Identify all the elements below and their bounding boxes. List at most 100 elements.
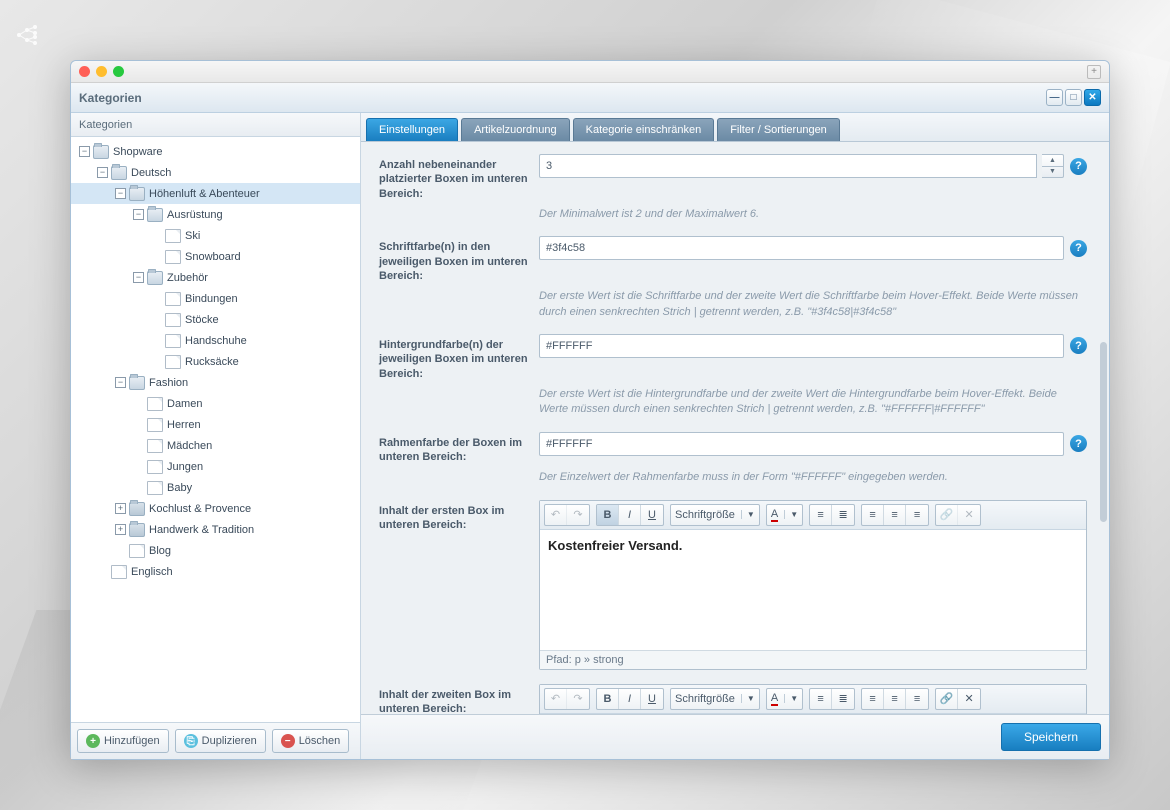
box-count-spinner[interactable]: ▲▼: [1042, 154, 1064, 178]
tree-node[interactable]: Englisch: [71, 561, 360, 582]
font-color-select[interactable]: A ▼: [766, 688, 803, 710]
list-number-icon[interactable]: ≣: [832, 505, 854, 525]
tree-node[interactable]: Jungen: [71, 456, 360, 477]
tree-node[interactable]: + Kochlust & Provence: [71, 498, 360, 519]
collapse-icon[interactable]: −: [133, 209, 144, 220]
redo-icon[interactable]: ↷: [567, 505, 589, 525]
maximize-button[interactable]: □: [1065, 89, 1082, 106]
mac-close-icon[interactable]: [79, 66, 90, 77]
tree-node[interactable]: Handschuhe: [71, 330, 360, 351]
unlink-icon[interactable]: ✕: [958, 689, 980, 709]
duplicate-button[interactable]: ⎘ Duplizieren: [175, 729, 266, 753]
box1-editor-content[interactable]: Kostenfreier Versand.: [540, 530, 1086, 650]
tree-node[interactable]: −Fashion: [71, 372, 360, 393]
bold-button[interactable]: B: [597, 505, 619, 525]
tree-node[interactable]: − Shopware: [71, 141, 360, 162]
tree-node[interactable]: −Höhenluft & Abenteuer: [71, 183, 360, 204]
link-icon[interactable]: 🔗: [936, 689, 958, 709]
close-button[interactable]: ✕: [1084, 89, 1101, 106]
undo-icon[interactable]: ↶: [545, 689, 567, 709]
redo-icon[interactable]: ↷: [567, 689, 589, 709]
document-icon: [147, 397, 163, 411]
tree-label: Baby: [167, 482, 192, 494]
spinner-down-icon[interactable]: ▼: [1042, 167, 1063, 178]
help-icon[interactable]: ?: [1070, 240, 1087, 257]
unlink-icon[interactable]: ✕: [958, 505, 980, 525]
mac-zoom-icon[interactable]: [113, 66, 124, 77]
tree-node[interactable]: Rucksäcke: [71, 351, 360, 372]
tree-node[interactable]: −Ausrüstung: [71, 204, 360, 225]
align-right-icon[interactable]: ≡: [906, 505, 928, 525]
delete-button[interactable]: − Löschen: [272, 729, 350, 753]
tree-node[interactable]: Snowboard: [71, 246, 360, 267]
list-bullet-icon[interactable]: ≡: [810, 689, 832, 709]
font-color-select[interactable]: A ▼: [766, 504, 803, 526]
save-button[interactable]: Speichern: [1001, 723, 1101, 751]
mac-minimize-icon[interactable]: [96, 66, 107, 77]
document-icon: [165, 334, 181, 348]
chevron-down-icon: ▼: [784, 510, 798, 519]
align-left-icon[interactable]: ≡: [862, 505, 884, 525]
tree-node[interactable]: −Zubehör: [71, 267, 360, 288]
list-number-icon[interactable]: ≣: [832, 689, 854, 709]
rte-toolbar: ↶ ↷ B I U Schriftgröße ▼: [540, 501, 1086, 530]
tree-node[interactable]: Damen: [71, 393, 360, 414]
help-icon[interactable]: ?: [1070, 337, 1087, 354]
collapse-icon[interactable]: −: [115, 377, 126, 388]
tree-node[interactable]: Blog: [71, 540, 360, 561]
expand-icon[interactable]: +: [115, 524, 126, 535]
font-size-select[interactable]: Schriftgröße ▼: [670, 504, 760, 526]
tree-node[interactable]: Stöcke: [71, 309, 360, 330]
tab[interactable]: Artikelzuordnung: [461, 118, 570, 141]
list-bullet-icon[interactable]: ≡: [810, 505, 832, 525]
collapse-icon[interactable]: −: [97, 167, 108, 178]
align-center-icon[interactable]: ≡: [884, 505, 906, 525]
minus-icon: −: [281, 734, 295, 748]
document-icon: [165, 355, 181, 369]
align-left-icon[interactable]: ≡: [862, 689, 884, 709]
tab[interactable]: Einstellungen: [366, 118, 458, 141]
undo-icon[interactable]: ↶: [545, 505, 567, 525]
tree-label: Snowboard: [185, 251, 241, 263]
tree-node[interactable]: Bindungen: [71, 288, 360, 309]
collapse-icon[interactable]: −: [133, 272, 144, 283]
tree-node[interactable]: Mädchen: [71, 435, 360, 456]
spinner-up-icon[interactable]: ▲: [1042, 155, 1063, 167]
italic-button[interactable]: I: [619, 505, 641, 525]
underline-button[interactable]: U: [641, 689, 663, 709]
font-color-input[interactable]: [539, 236, 1064, 260]
tab[interactable]: Kategorie einschränken: [573, 118, 715, 141]
add-button[interactable]: + Hinzufügen: [77, 729, 169, 753]
minimize-button[interactable]: —: [1046, 89, 1063, 106]
link-icon[interactable]: 🔗: [936, 505, 958, 525]
bg-color-input[interactable]: [539, 334, 1064, 358]
tree-node[interactable]: − Deutsch: [71, 162, 360, 183]
help-icon[interactable]: ?: [1070, 435, 1087, 452]
tab[interactable]: Filter / Sortierungen: [717, 118, 840, 141]
underline-button[interactable]: U: [641, 505, 663, 525]
bold-button[interactable]: B: [597, 689, 619, 709]
align-right-icon[interactable]: ≡: [906, 689, 928, 709]
align-center-icon[interactable]: ≡: [884, 689, 906, 709]
tree-label: Shopware: [113, 146, 163, 158]
tree-node[interactable]: +Handwerk & Tradition: [71, 519, 360, 540]
border-color-input[interactable]: [539, 432, 1064, 456]
tree-node[interactable]: Ski: [71, 225, 360, 246]
tree-node[interactable]: Baby: [71, 477, 360, 498]
box2-content-label: Inhalt der zweiten Box im unteren Bereic…: [379, 684, 539, 714]
font-size-select[interactable]: Schriftgröße ▼: [670, 688, 760, 710]
tree-node[interactable]: Herren: [71, 414, 360, 435]
chevron-down-icon: ▼: [784, 694, 798, 703]
tree-label: Kochlust & Provence: [149, 503, 251, 515]
collapse-icon[interactable]: −: [79, 146, 90, 157]
help-icon[interactable]: ?: [1070, 158, 1087, 175]
duplicate-icon: ⎘: [184, 734, 198, 748]
collapse-icon[interactable]: −: [115, 188, 126, 199]
scrollbar[interactable]: [1100, 342, 1107, 522]
box-count-input[interactable]: [539, 154, 1037, 178]
mac-add-tab-icon[interactable]: +: [1087, 65, 1101, 79]
expand-icon[interactable]: +: [115, 503, 126, 514]
tree-label: Deutsch: [131, 167, 171, 179]
folder-icon: [111, 166, 127, 180]
italic-button[interactable]: I: [619, 689, 641, 709]
